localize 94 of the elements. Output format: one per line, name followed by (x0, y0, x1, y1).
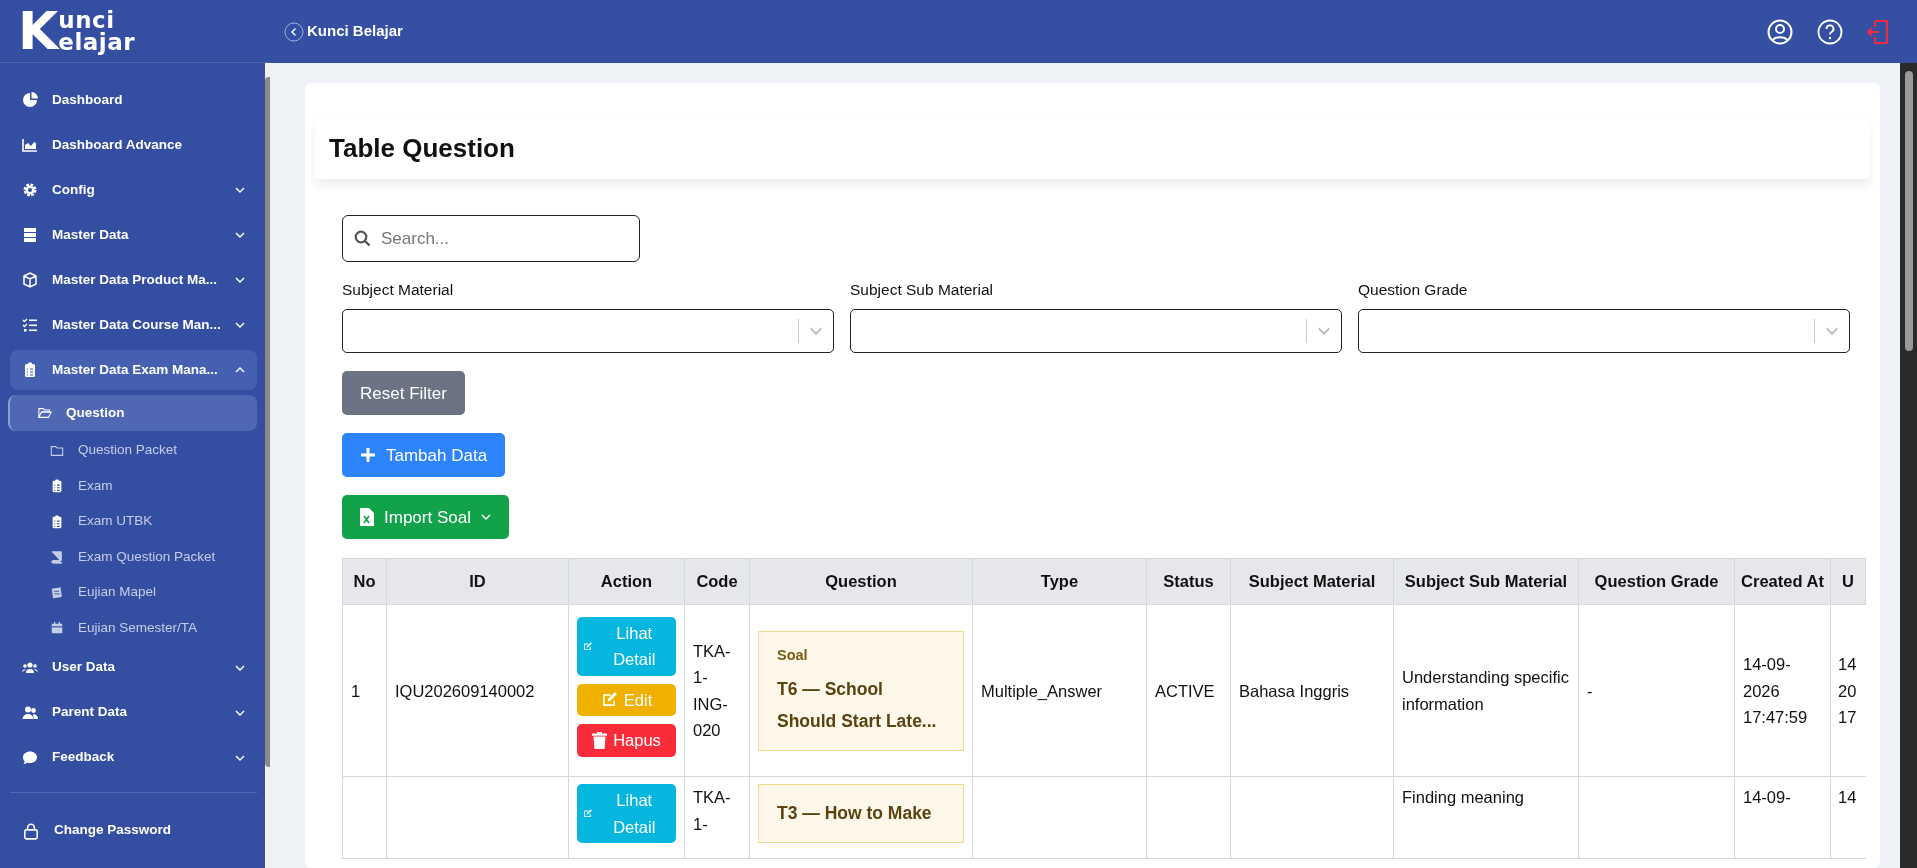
plus-icon (360, 447, 376, 464)
column-header: ID (386, 558, 569, 605)
add-data-button[interactable]: Tambah Data (342, 433, 506, 478)
sidebar-item[interactable]: Feedback (10, 737, 257, 778)
clipboard-icon (50, 479, 64, 493)
reset-filter-button[interactable]: Reset Filter (342, 371, 465, 416)
sidebar-subitem[interactable]: Question Packet (10, 434, 257, 467)
sidebar-item[interactable]: User Data (10, 647, 257, 688)
column-header: Created At (1734, 558, 1831, 605)
sidebar-item[interactable]: Master Data Course Man... (10, 305, 257, 345)
filter-label: Subject Material (342, 280, 455, 300)
sidebar-item[interactable]: Master Data (10, 215, 257, 255)
type-cell: Multiple_Answer (972, 604, 1147, 777)
checklist-icon (22, 317, 38, 333)
code-cell: TKA-1- (684, 776, 750, 859)
folder-icon (50, 443, 64, 458)
column-header: Subject Material (1230, 558, 1394, 605)
search-field[interactable]: Search... (342, 215, 640, 262)
help-icon[interactable] (1817, 18, 1843, 45)
column-header: Question Grade (1578, 558, 1735, 605)
sidebar-subitem[interactable]: Eujian Semester/TA (10, 612, 257, 644)
sidebar-subitem[interactable]: Question (8, 395, 257, 431)
book-icon (50, 550, 64, 564)
back-button[interactable] (284, 21, 304, 42)
column-header: Subject Sub Material (1393, 558, 1579, 605)
question-title: T3 — How to Make (777, 802, 933, 826)
sidebar-item[interactable]: Parent Data (10, 692, 257, 733)
cube-icon (22, 272, 38, 288)
chevron-down-icon (809, 327, 823, 336)
users-icon (22, 659, 38, 676)
status-cell: ACTIVE (1146, 604, 1231, 777)
dropdown-select[interactable] (850, 309, 1342, 354)
logo-letter: K (18, 5, 59, 57)
code-cell: TKA-1-ING-020 (684, 604, 750, 777)
lock-icon (22, 821, 40, 840)
user-account-icon[interactable] (1767, 18, 1793, 45)
column-header: Code (684, 558, 750, 605)
chevron-down-icon (1317, 327, 1331, 336)
column-header: No (342, 558, 387, 605)
filter-label: Subject Sub Material (850, 280, 995, 300)
sub-material-cell: Understanding specific information (1393, 604, 1579, 777)
logo-text: unci (58, 9, 115, 31)
id-cell: IQU202609140002 (386, 604, 569, 777)
edit-icon (583, 808, 593, 820)
created-at-cell: 14-09-2026 17:47:59 (1734, 604, 1831, 777)
column-header: Status (1146, 558, 1231, 605)
dropdown-select[interactable] (342, 309, 834, 354)
column-header: Type (972, 558, 1147, 605)
line-chart-icon (22, 137, 38, 153)
note-icon (50, 585, 64, 600)
search-icon (354, 230, 371, 247)
sidebar-item[interactable]: Config (10, 170, 257, 210)
edit-icon (583, 640, 593, 652)
folder-icon (38, 406, 52, 420)
pie-chart-icon (22, 92, 38, 108)
column-header: Action (568, 558, 685, 605)
column-header: Question (749, 558, 973, 605)
question-title: T6 — School Should Start Late... (777, 677, 938, 734)
users-icon (22, 704, 38, 721)
page-title: Table Question (329, 133, 515, 165)
server-icon (22, 227, 38, 243)
created-at-cell: 14-09- (1734, 776, 1831, 859)
column-header: U (1830, 558, 1866, 605)
trash-icon (592, 731, 608, 749)
sidebar-subitem[interactable]: Exam Question Packet (10, 541, 257, 573)
app-title: Kunci Belajar (307, 21, 403, 42)
import-button[interactable]: Import Soal (342, 495, 509, 540)
chevron-down-icon (480, 514, 491, 521)
edit-icon (600, 691, 618, 709)
row-number-cell: 1 (342, 604, 387, 777)
sidebar-subitem[interactable]: Eujian Mapel (10, 576, 257, 609)
clipboard-icon (22, 362, 38, 378)
sidebar-item[interactable]: Dashboard (10, 80, 257, 120)
logo-text: elajar (58, 31, 136, 53)
sidebar-subitem[interactable]: Exam (10, 470, 257, 502)
page-scrollbar[interactable] (1904, 71, 1913, 351)
settings-icon (22, 182, 38, 198)
sidebar-item[interactable]: Dashboard Advance (10, 125, 257, 165)
grade-cell: - (1578, 604, 1735, 777)
calendar-icon (50, 621, 64, 635)
sidebar-subitem[interactable]: Exam UTBK (10, 505, 257, 538)
delete-button[interactable]: Hapus (577, 724, 676, 757)
dropdown-select[interactable] (1358, 309, 1850, 354)
filter-label: Question Grade (1358, 280, 1469, 300)
chevron-down-icon (1825, 327, 1839, 336)
sidebar-item[interactable]: Change Password (10, 810, 257, 851)
sidebar-item[interactable]: Master Data Product Ma... (10, 260, 257, 300)
clipboard-icon (50, 514, 64, 529)
chat-bubble-icon (22, 749, 38, 766)
spreadsheet-file-icon (360, 508, 374, 527)
sidebar-scrollbar[interactable] (264, 77, 270, 767)
question-label: Soal (777, 645, 809, 665)
subject-material-cell: Bahasa Inggris (1230, 604, 1394, 777)
sub-material-cell: Finding meaning (1393, 776, 1579, 859)
